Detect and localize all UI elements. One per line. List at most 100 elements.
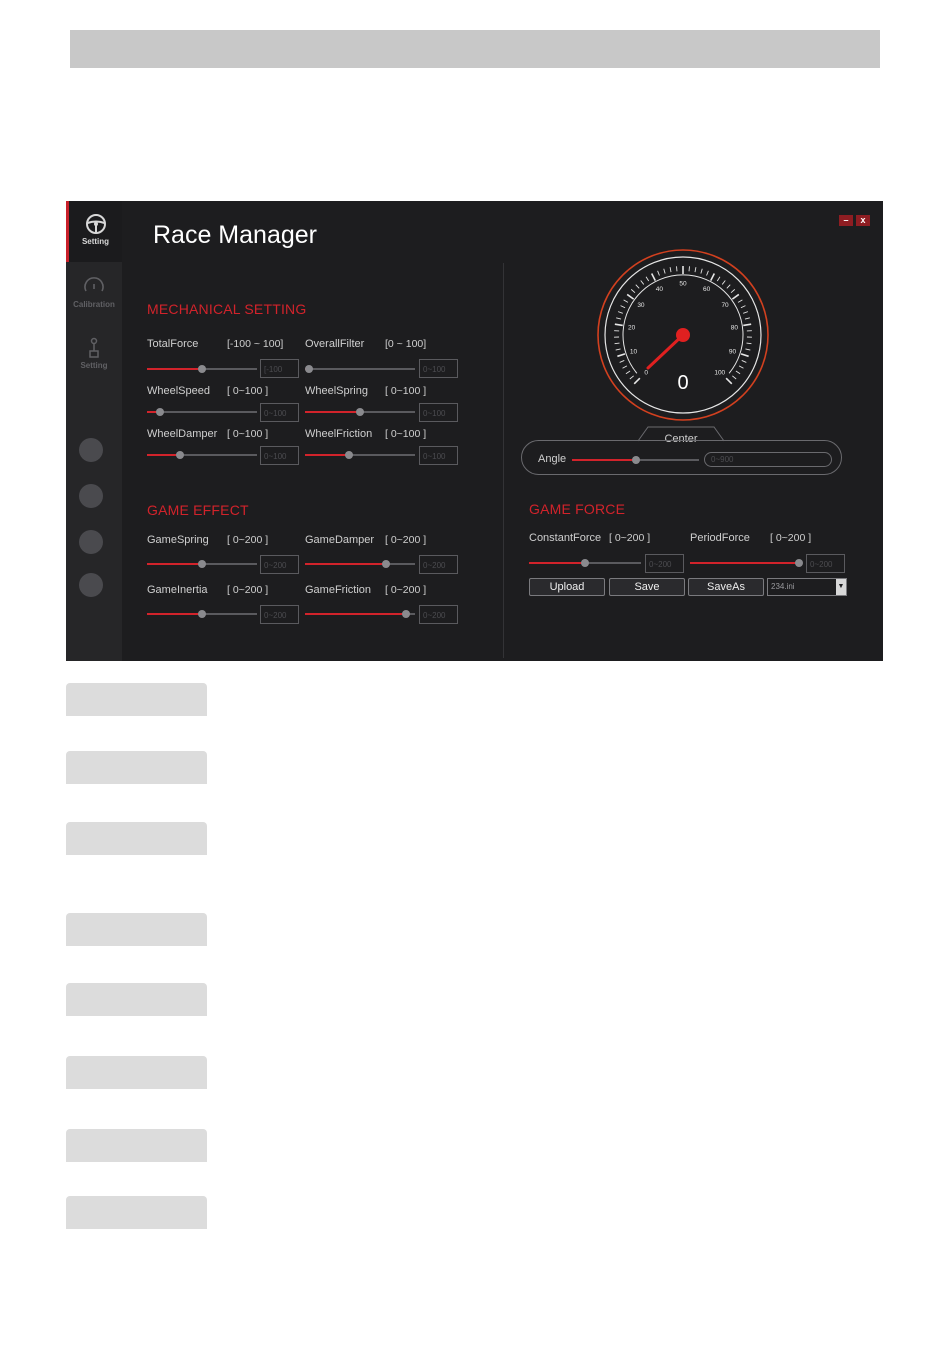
label-bar — [66, 1129, 207, 1162]
sidebar-item-label: Setting — [80, 361, 108, 370]
close-button[interactable]: x — [856, 215, 870, 226]
sidebar-slot-button[interactable] — [79, 484, 103, 508]
wheel-damper-input[interactable]: 0~100 — [260, 446, 299, 465]
period-force-input[interactable]: 0~200 — [806, 554, 845, 573]
wheel-speed-label: WheelSpeed — [147, 385, 210, 397]
slider-knob[interactable] — [631, 456, 640, 464]
slider-knob[interactable] — [198, 610, 206, 618]
gauge-tick-label: 20 — [628, 324, 636, 331]
mechanical-setting-heading: MECHANICAL SETTING — [147, 301, 307, 317]
gauge-tick — [614, 342, 620, 345]
wheel-speed-slider[interactable] — [147, 408, 257, 416]
angle-input[interactable]: 0~900 — [704, 452, 832, 467]
sidebar-item-setting[interactable]: Setting — [66, 201, 122, 262]
upload-button[interactable]: Upload — [529, 578, 605, 596]
game-damper-input[interactable]: 0~200 — [419, 555, 458, 574]
sidebar-slot-button[interactable] — [79, 530, 103, 554]
sidebar-item-label: Calibration — [73, 300, 115, 309]
wheel-damper-range: [ 0~100 ] — [227, 428, 269, 440]
angle-slider[interactable] — [572, 456, 699, 464]
profile-select[interactable]: 234.ini ▼ — [767, 578, 847, 596]
total-force-slider[interactable] — [147, 365, 257, 373]
gauge-tick-label: 80 — [731, 324, 739, 331]
minimize-button[interactable]: – — [839, 215, 853, 226]
slider-knob[interactable] — [345, 451, 353, 459]
slider-knob[interactable] — [402, 610, 411, 618]
sidebar-slot-button[interactable] — [79, 573, 103, 597]
slider-knob[interactable] — [382, 560, 391, 568]
gauge-tick-label: 10 — [630, 349, 638, 356]
overall-filter-slider[interactable] — [305, 365, 415, 373]
label-bar — [66, 913, 207, 946]
slider-knob[interactable] — [176, 451, 184, 459]
period-force-label: PeriodForce — [690, 532, 750, 544]
slider-knob[interactable] — [581, 559, 589, 567]
constant-force-slider[interactable] — [529, 559, 641, 567]
sidebar-slot-button[interactable] — [79, 438, 103, 462]
game-inertia-range: [ 0~200 ] — [227, 584, 269, 596]
game-spring-label: GameSpring — [147, 534, 209, 546]
game-friction-range: [ 0~200 ] — [385, 584, 427, 596]
game-inertia-slider[interactable] — [147, 610, 257, 618]
game-damper-slider[interactable] — [305, 560, 415, 568]
profile-select-value: 234.ini — [771, 582, 795, 591]
gauge-tick-label: 60 — [703, 286, 711, 293]
wheel-friction-label: WheelFriction — [305, 428, 373, 440]
wheel-speed-range: [ 0~100 ] — [227, 385, 269, 397]
slider-knob[interactable] — [305, 365, 314, 373]
game-effect-heading: GAME EFFECT — [147, 502, 249, 518]
total-force-input[interactable]: [-100 — [260, 359, 299, 378]
slider-knob[interactable] — [156, 408, 165, 416]
period-force-slider[interactable] — [690, 559, 803, 567]
wheel-spring-slider[interactable] — [305, 408, 415, 416]
gear-shifter-icon — [89, 337, 99, 358]
period-force-range: [ 0~200 ] — [770, 532, 812, 544]
save-button[interactable]: Save — [609, 578, 685, 596]
panel-divider — [503, 263, 504, 658]
constant-force-range: [ 0~200 ] — [609, 532, 651, 544]
sidebar-item-calibration[interactable]: Calibration — [66, 264, 122, 325]
game-inertia-label: GameInertia — [147, 584, 208, 596]
slider-knob[interactable] — [356, 408, 364, 416]
constant-force-input[interactable]: 0~200 — [645, 554, 684, 573]
overall-filter-input[interactable]: 0~100 — [419, 359, 458, 378]
game-inertia-input[interactable]: 0~200 — [260, 605, 299, 624]
top-banner — [70, 30, 880, 68]
game-friction-slider[interactable] — [305, 610, 415, 618]
wheel-friction-slider[interactable] — [305, 451, 415, 459]
app-title: Race Manager — [153, 221, 317, 249]
sidebar: Setting Calibration Setting — [66, 201, 122, 661]
game-damper-range: [ 0~200 ] — [385, 534, 427, 546]
steering-wheel-icon — [85, 214, 106, 234]
wheel-friction-input[interactable]: 0~100 — [419, 446, 458, 465]
label-bar — [66, 751, 207, 784]
gauge-hub — [676, 328, 690, 342]
sidebar-item-label: Setting — [81, 237, 110, 246]
game-damper-label: GameDamper — [305, 534, 375, 546]
wheel-spring-input[interactable]: 0~100 — [419, 403, 458, 422]
wheel-damper-slider[interactable] — [147, 451, 257, 459]
gauge-tick-label: 70 — [721, 302, 729, 309]
race-manager-window: Setting Calibration Setting Race Manager… — [66, 201, 883, 661]
gauge-tick-label: 30 — [637, 302, 645, 309]
game-friction-input[interactable]: 0~200 — [419, 605, 458, 624]
gauge-tick-label: 50 — [679, 281, 687, 288]
chevron-down-icon[interactable]: ▼ — [836, 579, 846, 595]
sidebar-item-shifter-setting[interactable]: Setting — [66, 325, 122, 386]
slider-knob[interactable] — [198, 560, 206, 568]
slider-knob[interactable] — [198, 365, 206, 373]
wheel-spring-label: WheelSpring — [305, 385, 368, 397]
total-force-label: TotalForce — [147, 338, 199, 350]
game-friction-label: GameFriction — [305, 584, 372, 596]
wheel-speed-input[interactable]: 0~100 — [260, 403, 299, 422]
saveas-button[interactable]: SaveAs — [688, 578, 764, 596]
game-spring-slider[interactable] — [147, 560, 257, 568]
game-spring-input[interactable]: 0~200 — [260, 555, 299, 574]
gauge-tick-label: 90 — [729, 349, 737, 356]
label-bar — [66, 683, 207, 716]
wheel-friction-range: [ 0~100 ] — [385, 428, 427, 440]
wheel-damper-label: WheelDamper — [147, 428, 218, 440]
overall-filter-range: [0 ~ 100] — [385, 338, 427, 350]
gauge-tick-label: 0 — [644, 369, 648, 376]
slider-knob[interactable] — [794, 559, 803, 567]
